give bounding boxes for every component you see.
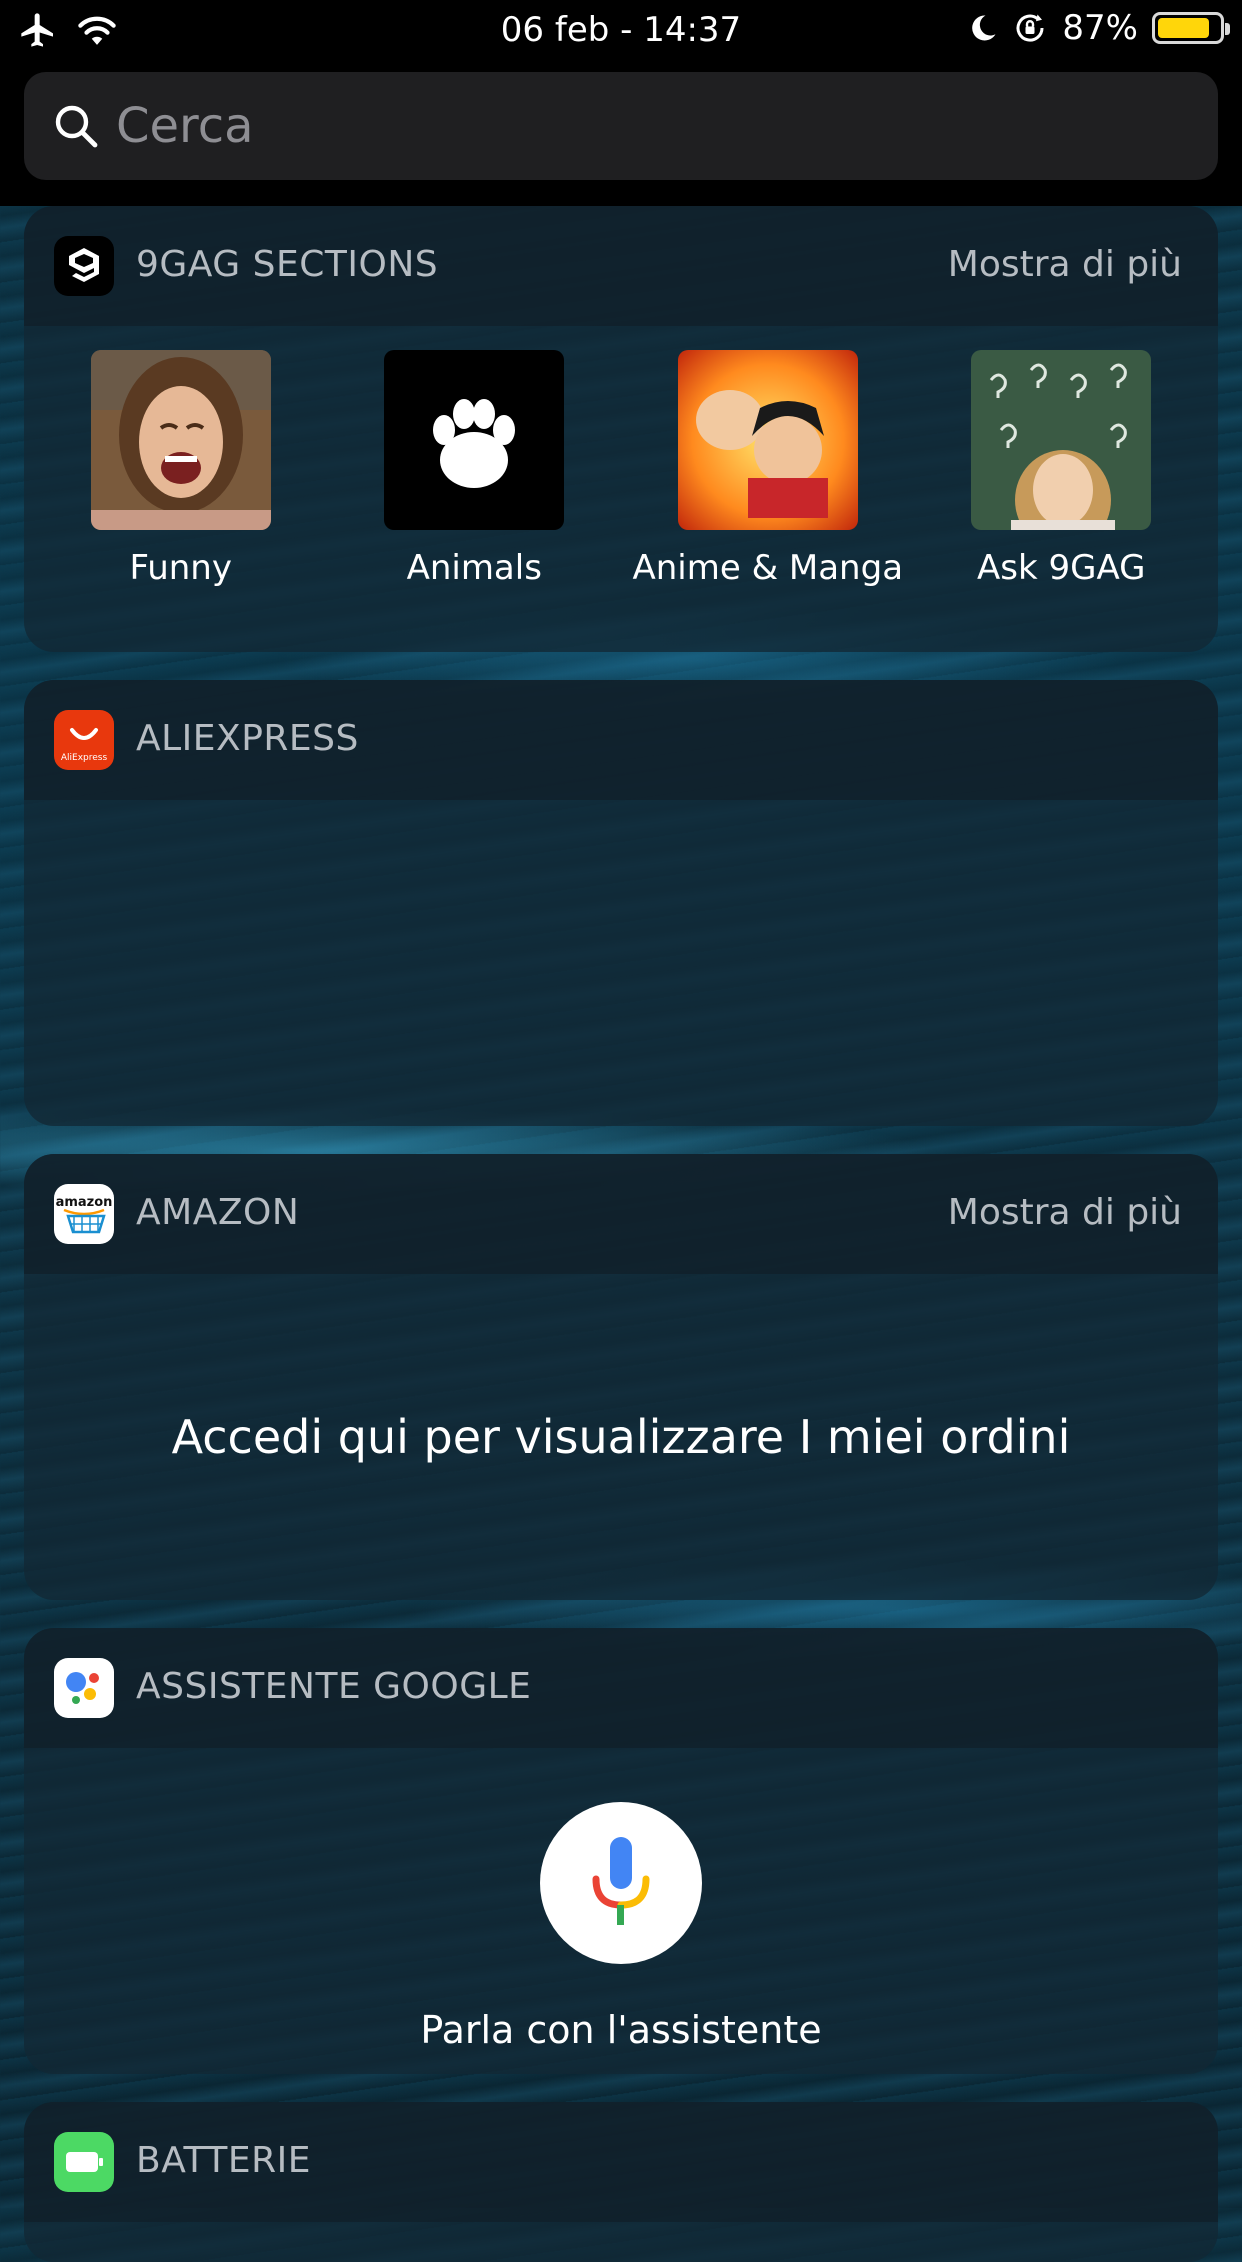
widget-aliexpress: AliExpress ALIEXPRESS	[24, 680, 1218, 1126]
widget-title: BATTERIE	[136, 2140, 311, 2181]
search-bar[interactable]	[24, 72, 1218, 180]
anime-thumbnail	[677, 350, 858, 530]
status-right-icons: 87%	[968, 8, 1230, 48]
section-ask-9gag[interactable]: Ask 9GAG	[921, 350, 1201, 588]
amazon-login-message[interactable]: Accedi qui per visualizzare I miei ordin…	[24, 1410, 1218, 1464]
status-bar: 06 feb - 14:37 87%	[0, 0, 1242, 62]
widget-title: 9GAG SECTIONS	[136, 244, 439, 285]
show-more-link[interactable]: Mostra di più	[948, 244, 1182, 285]
section-funny[interactable]: Funny	[41, 350, 321, 588]
section-anime-manga[interactable]: Anime & Manga	[628, 350, 908, 588]
microphone-icon	[592, 1837, 650, 1925]
svg-text:AliExpress: AliExpress	[61, 753, 108, 763]
battery-icon	[1152, 12, 1230, 44]
svg-text:amazon: amazon	[56, 1195, 113, 1210]
widget-header: 9GAG SECTIONS Mostra di più	[24, 206, 1218, 326]
sections-row: Funny Animals Anime & Manga Ask 9GAG	[24, 350, 1218, 588]
section-label: Animals	[406, 548, 542, 588]
battery-level-fill	[1158, 18, 1210, 38]
widget-header: BATTERIE	[24, 2102, 1218, 2222]
search-icon	[55, 105, 98, 148]
show-more-link[interactable]: Mostra di più	[948, 1192, 1182, 1233]
widget-title: ALIEXPRESS	[136, 718, 359, 759]
widget-header: amazon AMAZON Mostra di più	[24, 1154, 1218, 1274]
section-animals[interactable]: Animals	[334, 350, 614, 588]
battery-widget-icon	[54, 2132, 114, 2192]
assistant-mic-button[interactable]	[540, 1802, 702, 1964]
search-area	[0, 62, 1242, 206]
section-label: Anime & Manga	[632, 548, 904, 588]
battery-percent: 87%	[1062, 8, 1138, 48]
9gag-logo-icon	[54, 236, 114, 296]
google-assistant-logo-icon	[54, 1658, 114, 1718]
widget-google-assistant: ASSISTENTE GOOGLE Parla con l'assistente	[24, 1628, 1218, 2074]
funny-thumbnail	[90, 350, 271, 530]
section-label: Ask 9GAG	[977, 548, 1146, 588]
widget-batteries: BATTERIE	[24, 2102, 1218, 2262]
assistant-action-label: Parla con l'assistente	[420, 2008, 822, 2052]
widget-amazon: amazon AMAZON Mostra di più Accedi qui p…	[24, 1154, 1218, 1600]
amazon-logo-icon: amazon	[54, 1184, 114, 1244]
widget-header: ASSISTENTE GOOGLE	[24, 1628, 1218, 1748]
widget-title: ASSISTENTE GOOGLE	[136, 1666, 532, 1707]
widget-title: AMAZON	[136, 1192, 300, 1233]
widget-9gag-sections: 9GAG SECTIONS Mostra di più Funny Animal…	[24, 206, 1218, 652]
rotation-lock-icon	[1016, 14, 1044, 42]
widget-header: AliExpress ALIEXPRESS	[24, 680, 1218, 800]
ask-thumbnail	[971, 350, 1152, 530]
section-label: Funny	[129, 548, 232, 588]
search-input[interactable]	[114, 97, 1118, 155]
aliexpress-logo-icon: AliExpress	[54, 710, 114, 770]
paw-icon	[384, 350, 565, 530]
moon-icon	[972, 15, 996, 41]
